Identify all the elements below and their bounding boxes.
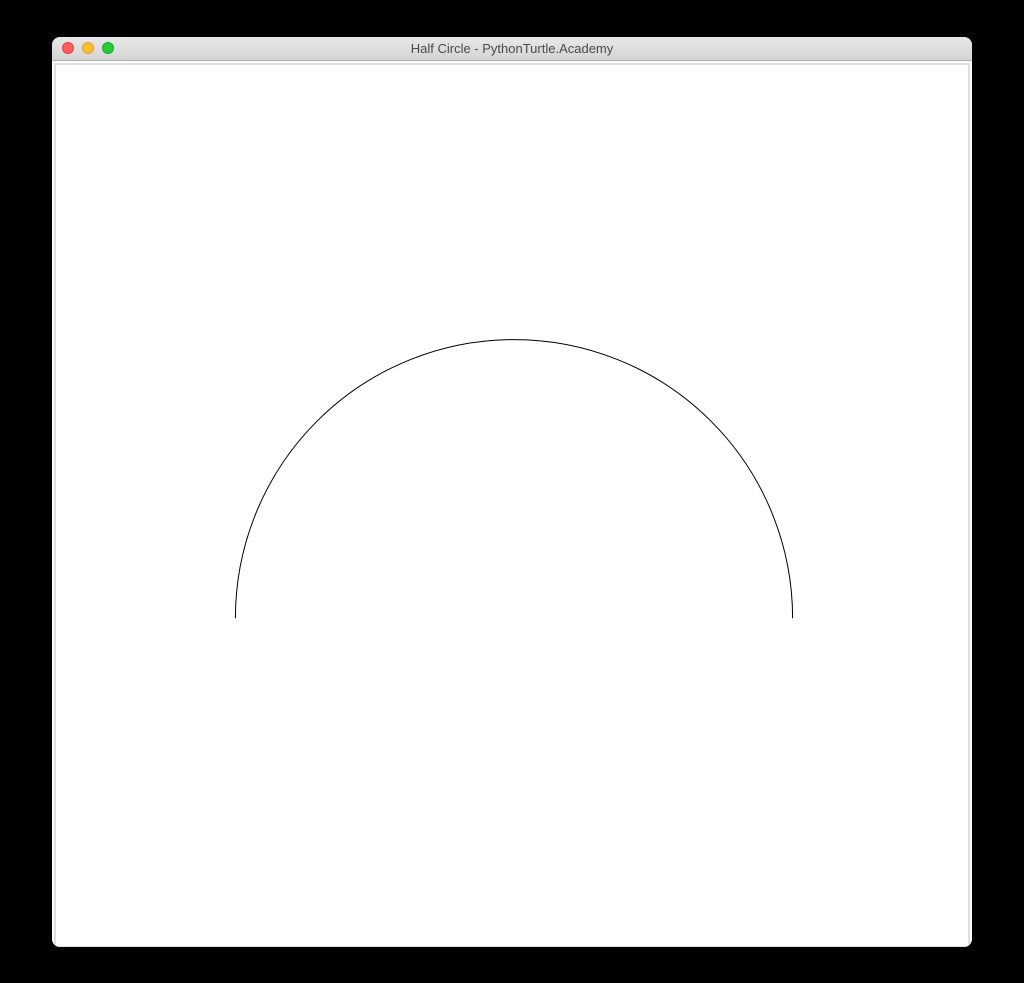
traffic-lights: [52, 42, 114, 54]
window-title: Half Circle - PythonTurtle.Academy: [52, 41, 972, 56]
titlebar[interactable]: Half Circle - PythonTurtle.Academy: [52, 37, 972, 61]
minimize-button[interactable]: [82, 42, 94, 54]
close-button[interactable]: [62, 42, 74, 54]
turtle-canvas: [56, 65, 968, 947]
canvas-area: [54, 63, 970, 947]
zoom-button[interactable]: [102, 42, 114, 54]
half-circle-arc: [235, 339, 792, 618]
app-window: Half Circle - PythonTurtle.Academy: [52, 37, 972, 947]
